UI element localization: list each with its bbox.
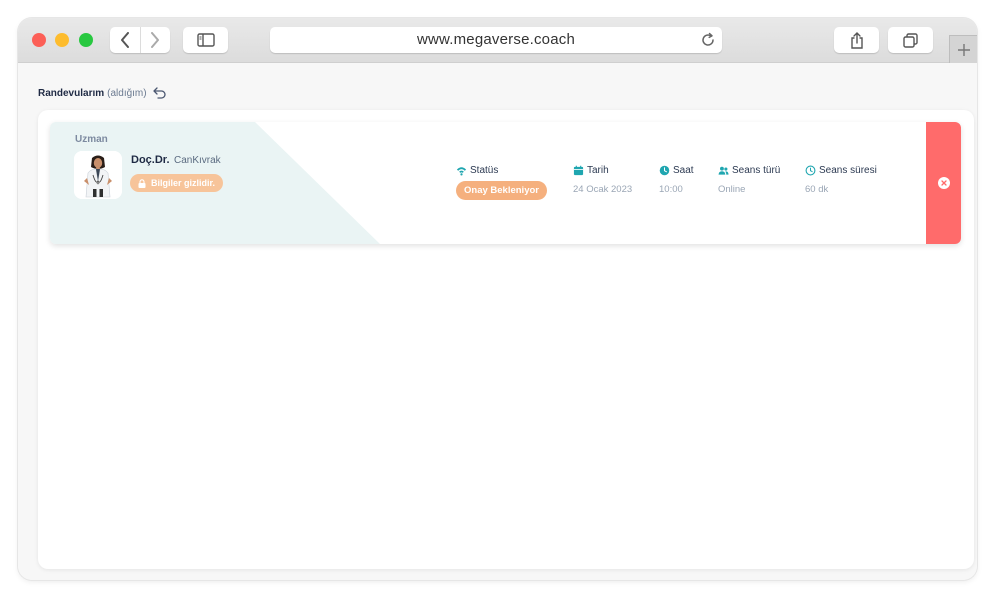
sidebar-button[interactable] bbox=[183, 27, 228, 53]
time-field: Saat 10:00 bbox=[659, 165, 694, 195]
new-tab-button[interactable] bbox=[949, 35, 977, 63]
zoom-window-button[interactable] bbox=[79, 33, 93, 47]
avatar bbox=[74, 151, 122, 199]
doctor-name: CanKıvrak bbox=[174, 155, 221, 166]
page-content: Randevularım (aldığım) Uzman Doç.Dr. Can… bbox=[18, 63, 977, 580]
status-field: Statüs Onay Bekleniyor bbox=[456, 165, 547, 200]
close-window-button[interactable] bbox=[32, 33, 46, 47]
date-header: Tarih bbox=[573, 165, 632, 176]
minimize-window-button[interactable] bbox=[55, 33, 69, 47]
doctor-avatar-image bbox=[74, 151, 122, 199]
duration-value: 60 dk bbox=[805, 184, 829, 195]
page-title-sub: (aldığım) bbox=[107, 87, 147, 99]
session-type-header: Seans türü bbox=[718, 165, 780, 176]
sidebar-icon bbox=[196, 33, 215, 47]
time-label: Saat bbox=[673, 165, 694, 176]
date-label: Tarih bbox=[587, 165, 609, 176]
page-title: Randevularım (aldığım) bbox=[38, 86, 167, 100]
share-button[interactable] bbox=[834, 27, 879, 53]
chevron-right-icon bbox=[151, 32, 159, 48]
session-type-value: Online bbox=[718, 184, 746, 195]
duration-header: Seans süresi bbox=[805, 165, 877, 176]
appointments-panel: Uzman Doç.Dr. CanKıvrak Bilgiler gizlidi… bbox=[38, 110, 974, 569]
users-icon bbox=[718, 166, 729, 175]
privacy-badge-label: Bilgiler gizlidir. bbox=[151, 178, 216, 188]
page-title-text: Randevularım bbox=[38, 87, 105, 99]
forward-button[interactable] bbox=[141, 27, 170, 53]
url-text: www.megaverse.coach bbox=[416, 31, 576, 48]
back-button[interactable] bbox=[111, 27, 140, 53]
address-bar[interactable]: www.megaverse.coach bbox=[270, 27, 722, 53]
clock-icon bbox=[659, 165, 670, 176]
appointment-card: Uzman Doç.Dr. CanKıvrak Bilgiler gizlidi… bbox=[50, 122, 961, 244]
role-label: Uzman bbox=[75, 134, 108, 145]
plus-icon bbox=[957, 43, 970, 56]
reload-icon[interactable] bbox=[700, 32, 716, 48]
status-header: Statüs bbox=[456, 165, 547, 176]
session-type-label: Seans türü bbox=[732, 165, 781, 176]
doctor-title: Doç.Dr. bbox=[131, 154, 170, 166]
close-icon bbox=[940, 180, 947, 186]
close-circle-icon bbox=[937, 177, 950, 189]
lock-icon bbox=[138, 178, 146, 188]
calendar-icon bbox=[573, 165, 584, 176]
undo-arrow-icon[interactable] bbox=[152, 86, 167, 100]
time-value: 10:00 bbox=[659, 184, 683, 195]
privacy-badge: Bilgiler gizlidir. bbox=[130, 174, 224, 192]
duration-field: Seans süresi 60 dk bbox=[805, 165, 877, 195]
tab-overview-button[interactable] bbox=[888, 27, 933, 53]
status-label: Statüs bbox=[470, 165, 499, 176]
duration-label: Seans süresi bbox=[819, 165, 877, 176]
share-icon bbox=[850, 31, 863, 49]
tabs-icon bbox=[903, 32, 918, 48]
date-field: Tarih 24 Ocak 2023 bbox=[573, 165, 632, 195]
session-type-field: Seans türü Online bbox=[718, 165, 780, 195]
date-value: 24 Ocak 2023 bbox=[573, 184, 633, 195]
time-header: Saat bbox=[659, 165, 694, 176]
wifi-icon bbox=[456, 167, 467, 176]
browser-window: www.megaverse.coach Randevularım (aldığı… bbox=[18, 18, 977, 580]
status-badge: Onay Bekleniyor bbox=[456, 181, 547, 200]
browser-toolbar: www.megaverse.coach bbox=[18, 18, 977, 63]
chevron-left-icon bbox=[121, 32, 129, 48]
clock-outline-icon bbox=[805, 165, 816, 176]
nav-buttons bbox=[110, 27, 170, 53]
cancel-appointment-button[interactable] bbox=[926, 122, 961, 244]
